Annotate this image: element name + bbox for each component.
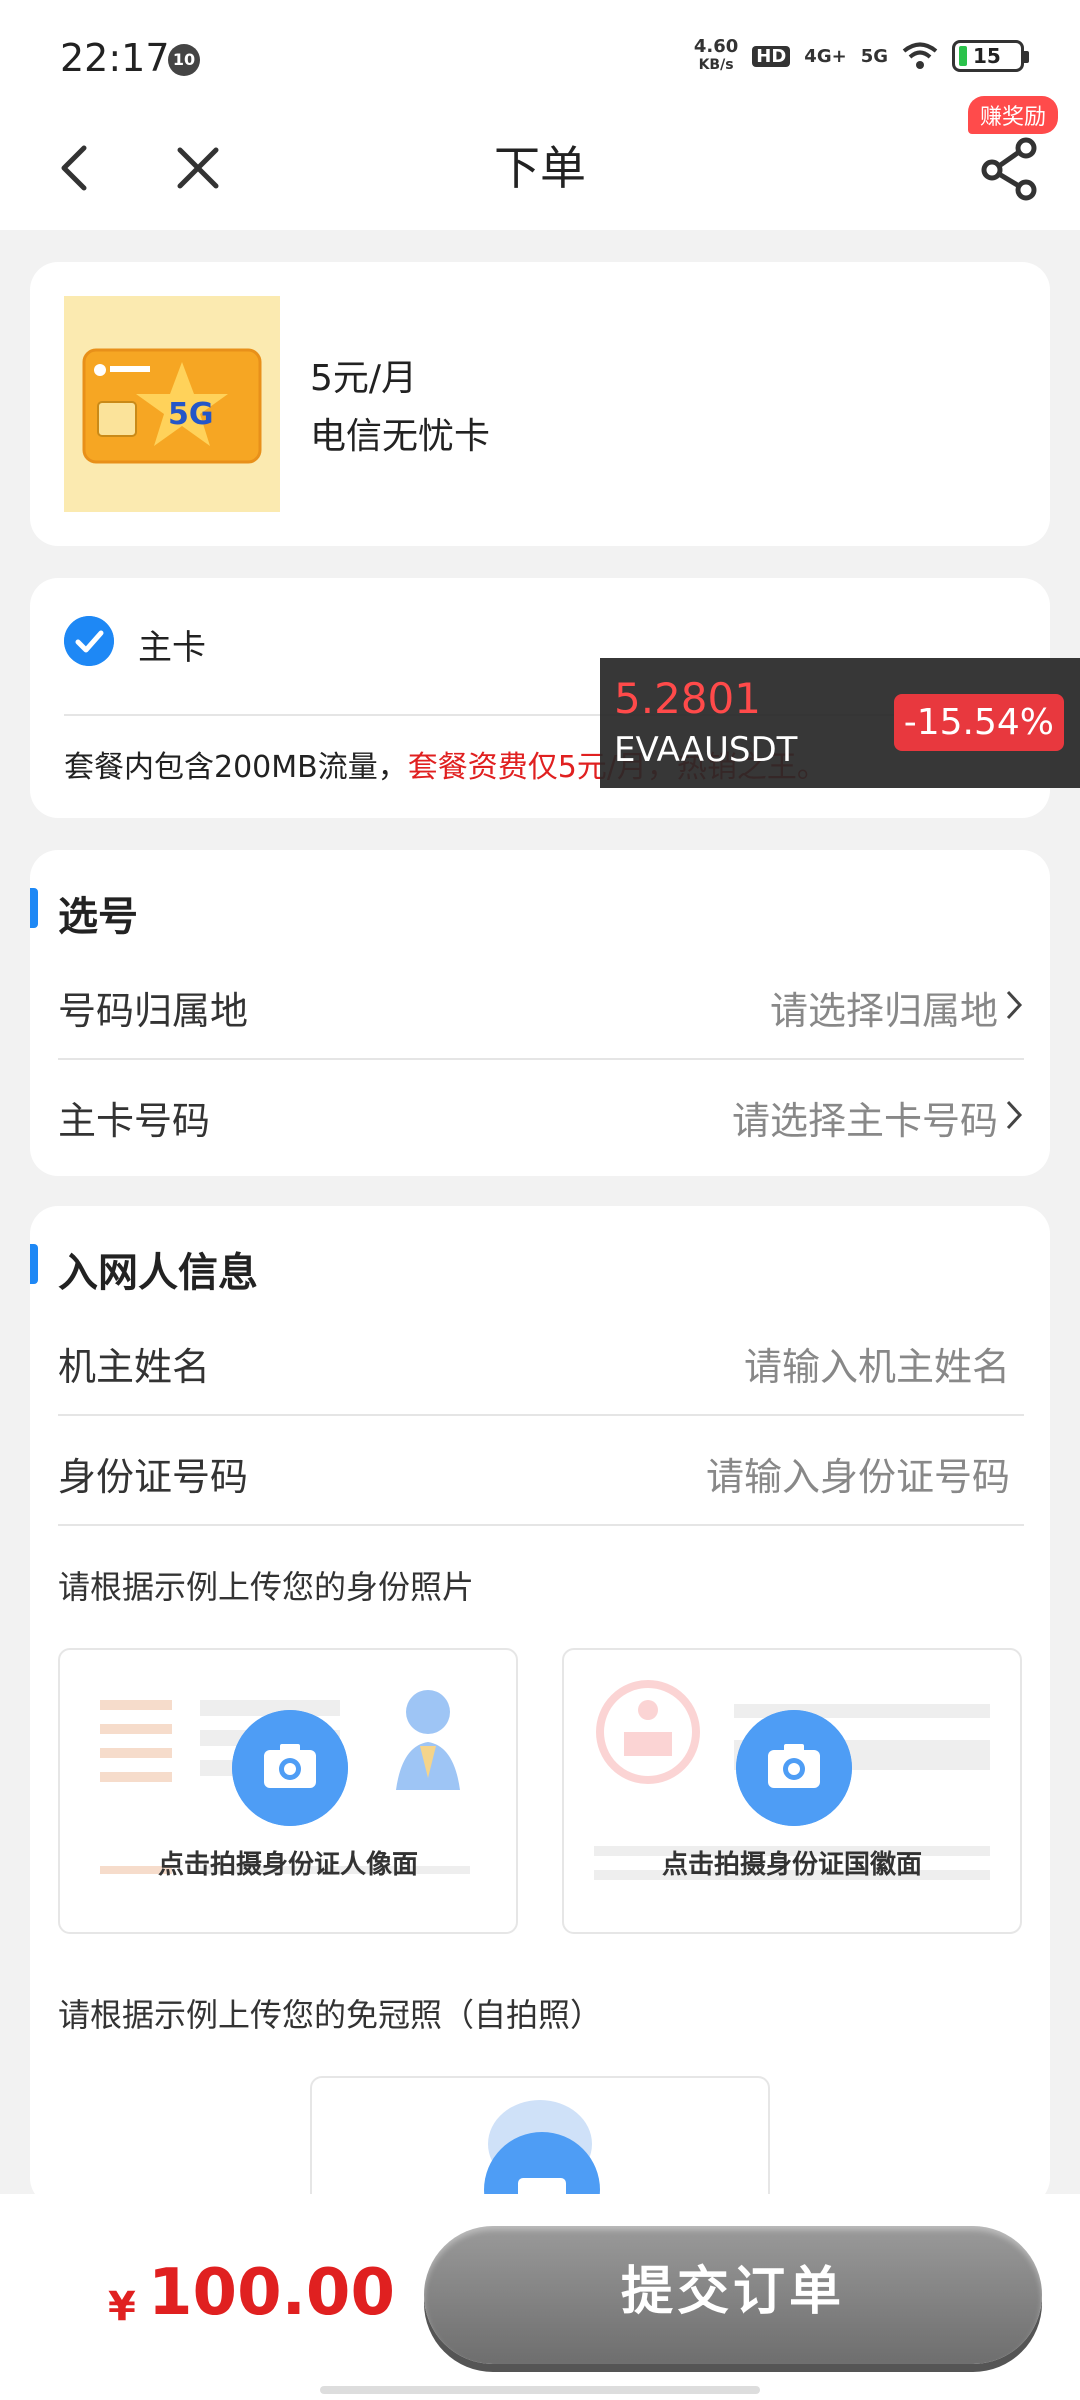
product-info: 5元/月 电信无忧卡: [310, 350, 490, 466]
product-name: 电信无忧卡: [310, 416, 491, 457]
section-accent-bar: [30, 1244, 38, 1284]
page-title: 下单: [494, 141, 586, 195]
id-number-input[interactable]: 请输入身份证号码: [706, 1446, 1010, 1501]
product-image: 5G: [64, 296, 280, 512]
id-photo-hint: 请根据示例上传您的身份照片: [58, 1568, 475, 1606]
section-title: 入网人信息: [58, 1250, 258, 1296]
id-number-row: 身份证号码 请输入身份证号码: [58, 1416, 1024, 1526]
status-bar: 22:17 10 4.60 KB/s HD 4G+ 5G 15: [0, 0, 1080, 110]
owner-name-input[interactable]: 请输入机主姓名: [744, 1336, 1010, 1391]
owner-name-label: 机主姓名: [58, 1345, 211, 1389]
currency-symbol: ¥: [108, 2284, 136, 2330]
ticker-price: 5.2801: [614, 674, 761, 723]
section-title: 选号: [58, 894, 138, 940]
battery-level: 15: [973, 44, 1001, 68]
ticker-change-badge: -15.54%: [893, 694, 1064, 751]
number-select-section: 选号 号码归属地 请选择归属地 主卡号码 请选择主卡号码: [30, 850, 1050, 1176]
main-number-select-row[interactable]: 主卡号码 请选择主卡号码: [58, 1060, 1024, 1170]
owner-name-row: 机主姓名 请输入机主姓名: [58, 1306, 1024, 1416]
wifi-icon: [902, 42, 938, 69]
selfie-hint: 请根据示例上传您的免冠照（自拍照）: [58, 1996, 603, 2034]
total-price: 100.00: [148, 2256, 395, 2330]
status-time: 22:17: [60, 36, 170, 80]
status-indicators: 4.60 KB/s HD 4G+ 5G 15: [693, 36, 1029, 74]
checkmark-icon[interactable]: [64, 616, 114, 666]
ticker-symbol: EVAAUSDT: [614, 730, 798, 770]
product-price: 5元/月: [310, 358, 418, 399]
chevron-right-icon: [1006, 1100, 1023, 1130]
id-back-caption: 点击拍摄身份证国徽面: [661, 1850, 922, 1880]
signal-5g-icon: 5G: [860, 45, 888, 67]
subscriber-info-section: 入网人信息 机主姓名 请输入机主姓名 身份证号码 请输入身份证号码 请根据示例上…: [30, 1206, 1050, 2276]
camera-icon[interactable]: [736, 1710, 852, 1826]
main-number-value[interactable]: 请选择主卡号码: [732, 1090, 998, 1145]
camera-icon[interactable]: [232, 1710, 348, 1826]
checkout-bar: ¥ 100.00 提交订单: [0, 2194, 1080, 2400]
main-card-label: 主卡: [138, 628, 206, 668]
sim-card-image: 5G: [82, 348, 262, 464]
nav-bar: 下单 赚奖励: [0, 96, 1080, 230]
main-number-label: 主卡号码: [58, 1099, 211, 1143]
svg-text:5G: 5G: [168, 397, 214, 432]
home-indicator[interactable]: [320, 2386, 760, 2394]
product-card: 5G 5元/月 电信无忧卡: [30, 262, 1050, 546]
region-value[interactable]: 请选择归属地: [770, 980, 998, 1035]
notification-badge-icon: 10: [168, 44, 200, 76]
section-accent-bar: [30, 888, 38, 928]
region-label: 号码归属地: [58, 989, 249, 1033]
reward-badge[interactable]: 赚奖励: [968, 96, 1059, 134]
chevron-right-icon: [1006, 990, 1023, 1020]
id-front-upload[interactable]: 点击拍摄身份证人像面: [58, 1648, 518, 1934]
id-number-label: 身份证号码: [58, 1455, 249, 1499]
region-select-row[interactable]: 号码归属地 请选择归属地: [58, 950, 1024, 1060]
id-front-caption: 点击拍摄身份证人像面: [157, 1850, 418, 1880]
hd-icon: HD: [752, 45, 791, 67]
battery-icon: 15: [952, 40, 1029, 72]
signal-4g-icon: 4G+: [804, 45, 847, 67]
id-back-upload[interactable]: 点击拍摄身份证国徽面: [562, 1648, 1022, 1934]
share-icon[interactable]: [974, 132, 1046, 204]
network-speed: 4.60 KB/s: [693, 36, 739, 74]
submit-order-button[interactable]: 提交订单: [424, 2226, 1042, 2364]
price-ticker-overlay[interactable]: 5.2801 EVAAUSDT -15.54%: [600, 658, 1080, 788]
